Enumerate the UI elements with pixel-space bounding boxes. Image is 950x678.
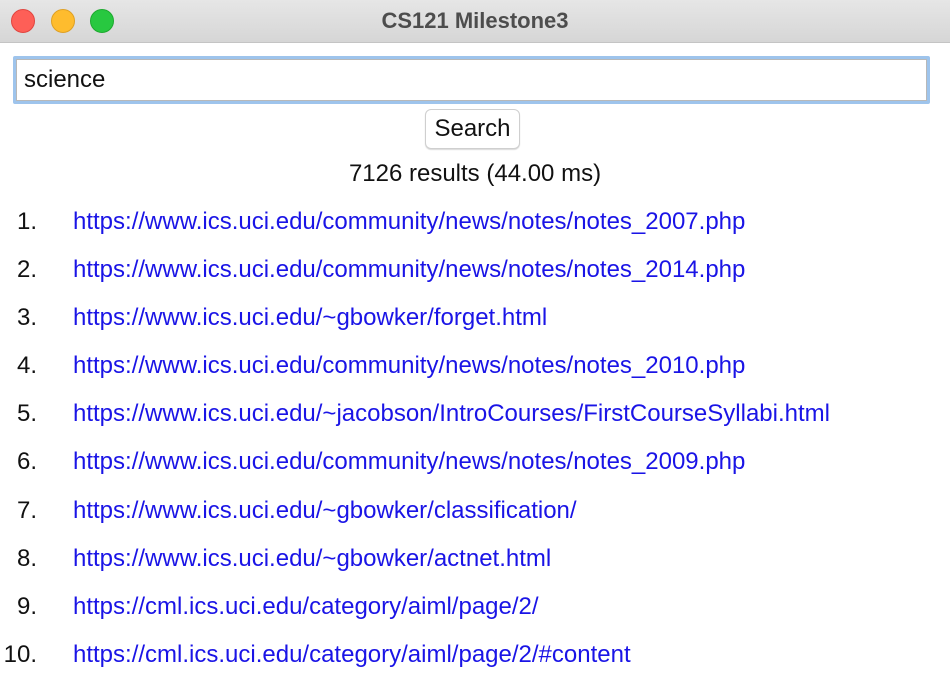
result-link[interactable]: https://cml.ics.uci.edu/category/aiml/pa… bbox=[73, 641, 631, 669]
result-link[interactable]: https://www.ics.uci.edu/~jacobson/IntroC… bbox=[73, 400, 830, 428]
result-number: 9. bbox=[16, 592, 37, 620]
result-number: 3. bbox=[16, 304, 37, 332]
result-number: 1. bbox=[16, 208, 37, 235]
title-bar[interactable]: CS121 Milestone3 bbox=[0, 0, 950, 43]
result-link[interactable]: https://www.ics.uci.edu/community/news/n… bbox=[73, 256, 745, 284]
result-row: 5. https://www.ics.uci.edu/~jacobson/Int… bbox=[0, 394, 950, 442]
result-number: 7. bbox=[16, 496, 37, 524]
result-row: 3. https://www.ics.uci.edu/~gbowker/forg… bbox=[0, 298, 950, 346]
result-link[interactable]: https://www.ics.uci.edu/community/news/n… bbox=[73, 352, 745, 380]
result-row: 8. https://www.ics.uci.edu/~gbowker/actn… bbox=[0, 539, 950, 587]
result-row: 9. https://cml.ics.uci.edu/category/aiml… bbox=[0, 587, 950, 635]
result-row: 6. https://www.ics.uci.edu/community/new… bbox=[0, 442, 950, 490]
result-count: 7126 results (44.00 ms) bbox=[348, 160, 602, 187]
result-number: 4. bbox=[16, 352, 37, 380]
result-number: 6. bbox=[16, 448, 37, 476]
window-title: CS121 Milestone3 bbox=[381, 8, 569, 33]
result-link[interactable]: https://cml.ics.uci.edu/category/aiml/pa… bbox=[73, 593, 539, 621]
result-row: 2. https://www.ics.uci.edu/community/new… bbox=[0, 250, 950, 298]
result-link[interactable]: https://www.ics.uci.edu/community/news/n… bbox=[73, 448, 745, 476]
search-button[interactable]: Search bbox=[425, 109, 520, 149]
result-link[interactable]: https://www.ics.uci.edu/~gbowker/actnet.… bbox=[73, 545, 551, 573]
result-row: 4. https://www.ics.uci.edu/community/new… bbox=[0, 346, 950, 394]
search-field-container bbox=[13, 56, 930, 104]
result-number: 5. bbox=[16, 400, 37, 428]
result-row: 10. https://cml.ics.uci.edu/category/aim… bbox=[0, 635, 950, 678]
result-number: 8. bbox=[16, 544, 37, 572]
app-window: CS121 Milestone3 Search 7126 results (44… bbox=[0, 0, 950, 678]
result-row: 1. https://www.ics.uci.edu/community/new… bbox=[0, 202, 950, 250]
result-number: 10. bbox=[3, 640, 37, 668]
result-link[interactable]: https://www.ics.uci.edu/~gbowker/classif… bbox=[73, 497, 577, 525]
results-list: 1. https://www.ics.uci.edu/community/new… bbox=[0, 202, 950, 678]
result-number: 2. bbox=[16, 256, 37, 284]
result-link[interactable]: https://www.ics.uci.edu/~gbowker/forget.… bbox=[73, 304, 547, 332]
search-input[interactable] bbox=[16, 59, 927, 101]
result-link[interactable]: https://www.ics.uci.edu/community/news/n… bbox=[73, 208, 745, 236]
result-row: 7. https://www.ics.uci.edu/~gbowker/clas… bbox=[0, 491, 950, 539]
